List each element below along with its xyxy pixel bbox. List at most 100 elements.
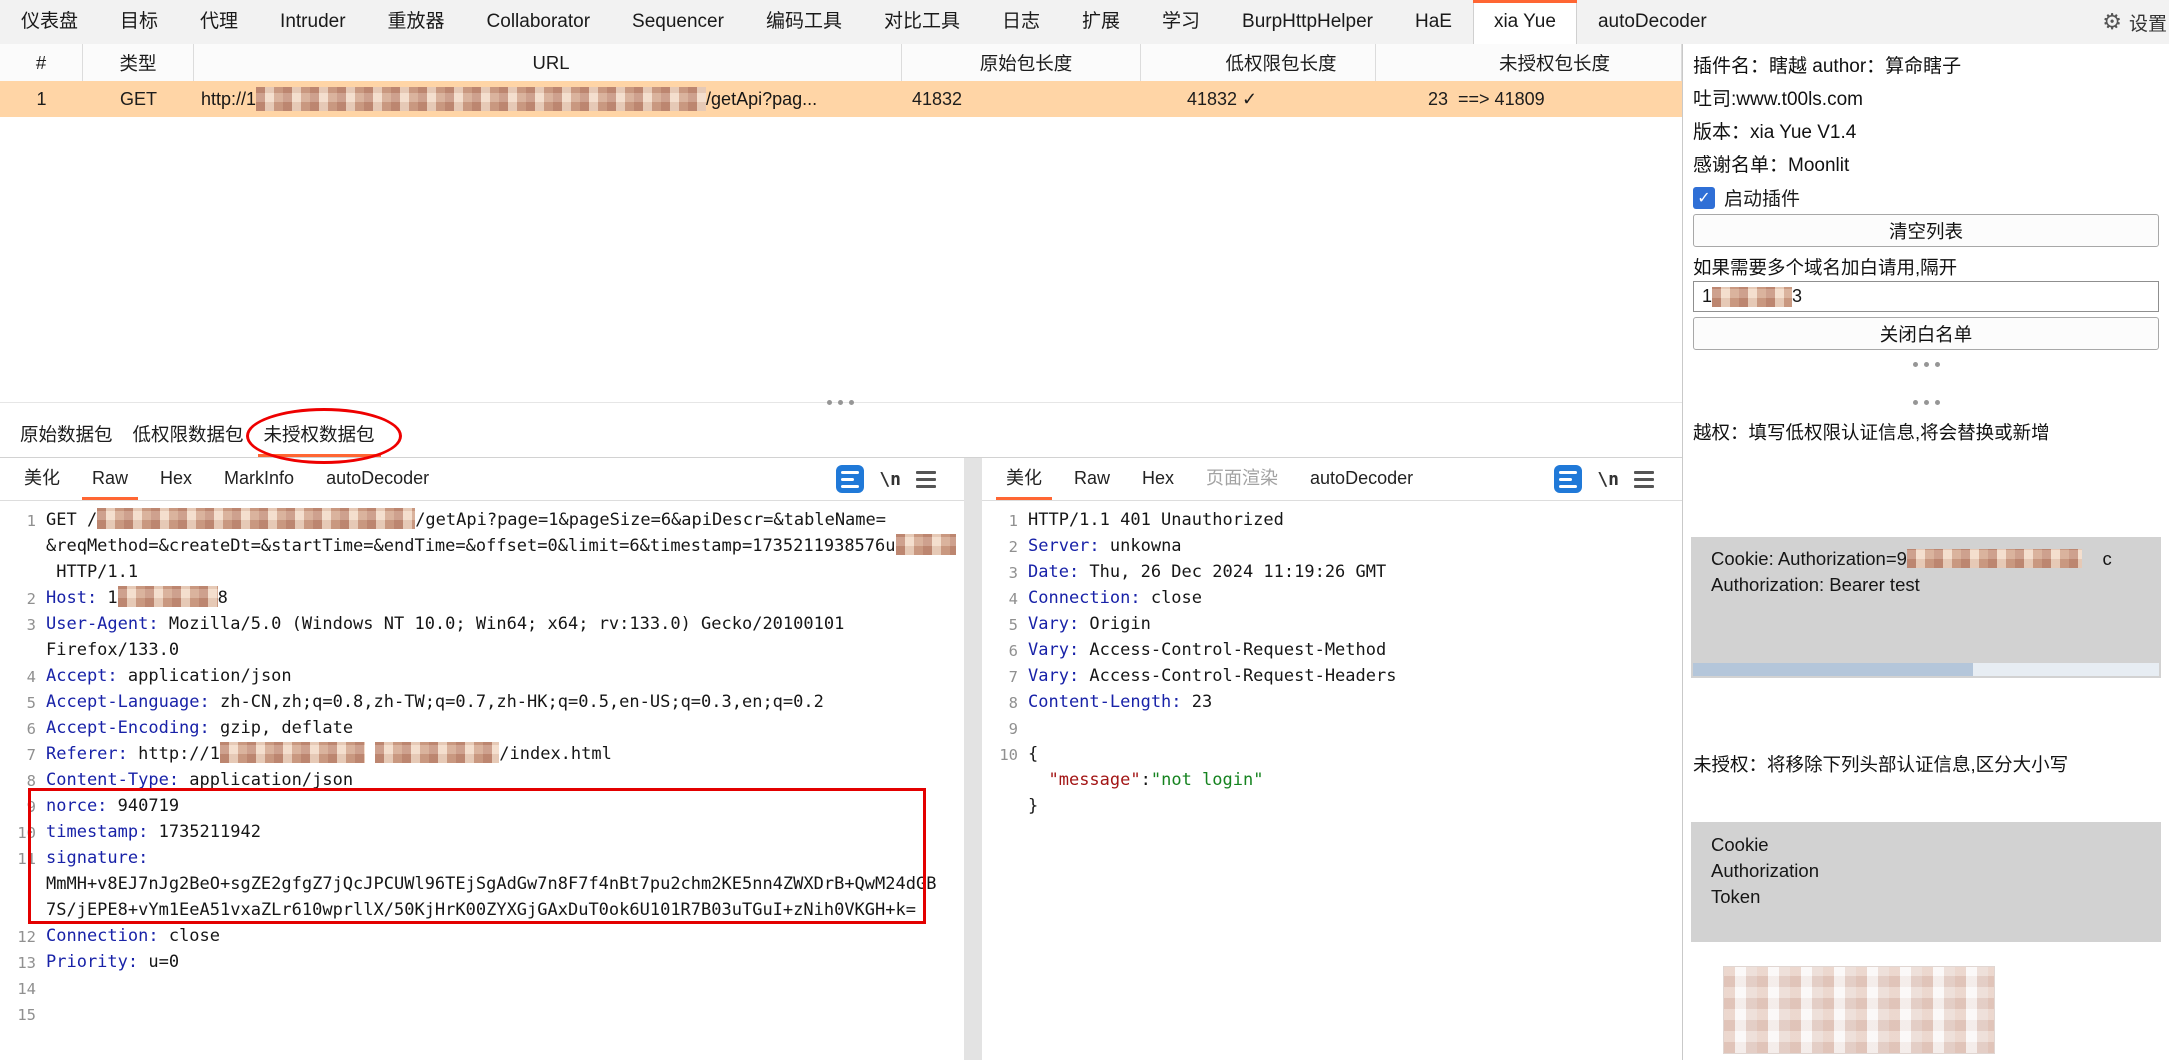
code-line: 10 timestamp: 1735211942	[6, 819, 964, 845]
whitelist-input[interactable]: 13	[1693, 281, 2159, 312]
code-line: 3 Date: Thu, 26 Dec 2024 11:19:26 GMT	[988, 559, 1682, 585]
menu-tab-5[interactable]: Collaborator	[466, 0, 612, 44]
newline-toggle-icon[interactable]: \n	[879, 469, 901, 490]
text-segment: 1735211942	[148, 822, 261, 842]
code-text: {	[1028, 741, 1038, 767]
text-segment: Firefox/133.0	[46, 640, 180, 660]
request-editor-tab-2[interactable]: Hex	[144, 458, 208, 500]
code-text: Content-Length: 23	[1028, 689, 1212, 715]
row-cell-1: GET	[119, 88, 157, 109]
request-editor-tab-1[interactable]: Raw	[76, 458, 144, 500]
response-editor-tab-2[interactable]: Hex	[1126, 458, 1190, 500]
menu-tab-3[interactable]: Intruder	[259, 0, 366, 44]
settings-button[interactable]: ⚙ 设置	[2102, 0, 2169, 44]
request-editor-tab-0[interactable]: 美化	[8, 458, 76, 500]
sidebar-splitter-handle[interactable]	[1693, 362, 2159, 367]
packet-tab-2[interactable]: 未授权数据包	[254, 415, 385, 457]
line-number: 11	[17, 850, 36, 868]
text-segment: /getApi?page=1&pageSize=6&apiDescr=&tabl…	[415, 510, 886, 530]
text-segment: Cookie: Authorization=9	[1711, 548, 1907, 569]
code-line: 13 Priority: u=0	[6, 949, 964, 975]
line-number: 7	[1008, 668, 1018, 686]
newline-toggle-icon[interactable]: \n	[1597, 469, 1619, 490]
text-segment: Access-Control-Request-Method	[1079, 640, 1387, 660]
packet-tab-0[interactable]: 原始数据包	[10, 415, 123, 457]
text-segment: Referer:	[46, 744, 128, 764]
response-content[interactable]: 1 HTTP/1.1 401 Unauthorized 2 Server: unkow…	[982, 501, 1682, 819]
redacted-region	[375, 742, 500, 763]
column-header-5[interactable]: 未授权包长度	[1376, 44, 1682, 81]
close-whitelist-button[interactable]: 关闭白名单	[1693, 317, 2159, 350]
response-editor-tab-0[interactable]: 美化	[990, 458, 1058, 500]
code-text: Accept-Language: zh-CN,zh;q=0.8,zh-TW;q=…	[46, 689, 824, 715]
redacted-region	[97, 508, 416, 529]
text-segment: Access-Control-Request-Headers	[1079, 666, 1397, 686]
text-segment: /getApi?pag...	[706, 88, 818, 109]
text-segment: Connection:	[46, 926, 159, 946]
column-header-0[interactable]: #	[0, 44, 83, 81]
text-segment: 23	[1181, 692, 1213, 712]
response-editor-tab-4[interactable]: autoDecoder	[1294, 458, 1429, 500]
line-number: 9	[1008, 720, 1018, 738]
menu-tab-15[interactable]: autoDecoder	[1577, 0, 1728, 44]
menu-tab-1[interactable]: 目标	[99, 0, 179, 44]
editor-menu-icon[interactable]	[916, 470, 936, 488]
menu-tab-13[interactable]: HaE	[1394, 0, 1473, 44]
highlight-icon[interactable]	[1554, 465, 1583, 493]
code-text: HTTP/1.1 401 Unauthorized	[1028, 507, 1284, 533]
sidebar-splitter-handle[interactable]	[1693, 400, 2159, 405]
enable-plugin-checkbox[interactable]: ✓	[1693, 186, 1715, 209]
menu-tab-14[interactable]: xia Yue	[1472, 0, 1577, 44]
menu-tab-0[interactable]: 仪表盘	[0, 0, 99, 44]
column-header-2[interactable]: URL	[194, 44, 902, 81]
line-number: 14	[17, 980, 36, 998]
highlight-icon[interactable]	[836, 465, 865, 493]
response-editor-tab-3[interactable]: 页面渲染	[1190, 458, 1294, 500]
column-header-3[interactable]: 原始包长度	[902, 44, 1141, 81]
code-line: 5 Vary: Origin	[988, 611, 1682, 637]
menu-tab-4[interactable]: 重放器	[367, 0, 466, 44]
menu-tab-8[interactable]: 对比工具	[863, 0, 981, 44]
code-text: Vary: Access-Control-Request-Method	[1028, 637, 1386, 663]
response-editor-tab-1[interactable]: Raw	[1058, 458, 1126, 500]
menu-tab-7[interactable]: 编码工具	[745, 0, 863, 44]
clear-list-button[interactable]: 清空列表	[1693, 214, 2159, 247]
text-segment: Date:	[1028, 562, 1080, 582]
menu-tab-6[interactable]: Sequencer	[611, 0, 745, 44]
unauth-headers-textarea[interactable]: Cookie Authorization Token	[1691, 822, 2161, 942]
text-segment: }	[1028, 796, 1039, 816]
request-content[interactable]: 1 GET / /getApi?page=1&pageSize=6&apiDescr…	[0, 501, 964, 1027]
code-line: Cookie: Authorization=9 c	[1701, 544, 2151, 570]
redacted-region	[895, 534, 956, 555]
menu-tab-9[interactable]: 日志	[981, 0, 1061, 44]
splitter-handle[interactable]	[780, 396, 900, 408]
line-number: 15	[17, 1006, 36, 1024]
code-line: 1 HTTP/1.1 401 Unauthorized	[988, 507, 1682, 533]
packet-tab-1[interactable]: 低权限数据包	[123, 415, 254, 457]
request-editor-tab-3[interactable]: MarkInfo	[208, 458, 310, 500]
burp-window: 仪表盘 目标 代理 Intruder 重放器 Collaborator Sequencer 编…	[0, 0, 2169, 1060]
code-line: "message":"not login"	[988, 767, 1682, 793]
text-segment: timestamp:	[46, 822, 149, 842]
line-number: 2	[26, 590, 36, 608]
code-text: Authorization	[1711, 857, 1819, 883]
line-number	[6, 533, 36, 559]
privilege-auth-textarea[interactable]: Cookie: Authorization=9 c Authorization: …	[1691, 537, 2161, 678]
menu-tab-10[interactable]: 扩展	[1061, 0, 1141, 44]
code-line: 2 Server: unkowna	[988, 533, 1682, 559]
menu-tab-2[interactable]: 代理	[179, 0, 259, 44]
line-number: 9	[26, 798, 36, 816]
text-segment: HTTP/1.1	[46, 562, 139, 582]
row-cell-5: 23 ==> 41809	[1428, 88, 1545, 109]
request-editor-tab-4[interactable]: autoDecoder	[310, 458, 445, 500]
menu-tab-12[interactable]: BurpHttpHelper	[1221, 0, 1394, 44]
plugin-version-line: 版本：xia Yue V1.4	[1693, 122, 1857, 143]
column-header-1[interactable]: 类型	[83, 44, 194, 81]
code-text: Date: Thu, 26 Dec 2024 11:19:26 GMT	[1028, 559, 1386, 585]
editor-menu-icon[interactable]	[1634, 470, 1654, 488]
menu-tab-11[interactable]: 学习	[1141, 0, 1221, 44]
column-header-4[interactable]: 低权限包长度	[1141, 44, 1376, 81]
horizontal-scrollbar[interactable]	[1693, 663, 2159, 676]
table-row[interactable]: 1 GET http://1/getApi?pag... 41832 41832 ✓ 23…	[0, 81, 1682, 117]
settings-label: 设置	[2128, 13, 2167, 35]
